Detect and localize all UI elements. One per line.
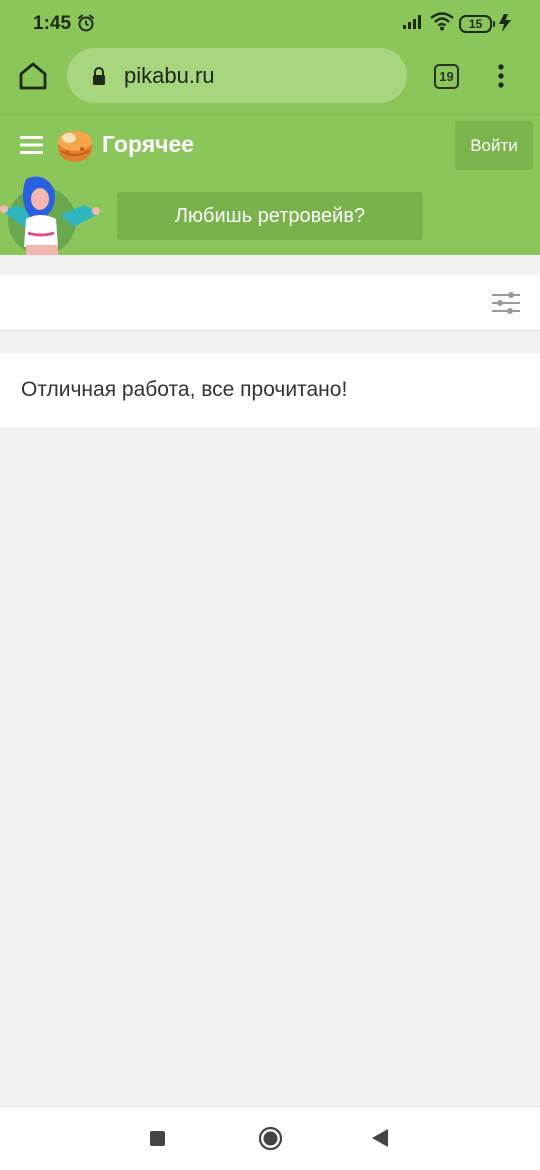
hamburger-icon[interactable] (20, 136, 43, 154)
lock-icon (91, 66, 107, 91)
back-icon[interactable] (371, 1128, 389, 1153)
all-read-message: Отличная работа, все прочитано! (21, 378, 348, 401)
tabs-icon[interactable]: 19 (434, 64, 459, 89)
recents-icon[interactable] (150, 1131, 165, 1146)
url-text: pikabu.ru (124, 63, 215, 88)
wifi-icon (430, 12, 454, 36)
status-time: 1:45 (33, 13, 72, 34)
status-bar: 1:45 15 (0, 0, 540, 46)
promo-illustration (0, 175, 110, 255)
filter-bar (0, 275, 540, 331)
signal-icon (402, 14, 424, 35)
promo-button[interactable]: Любишь ретровейв? (117, 192, 423, 240)
url-bar[interactable]: pikabu.ru (67, 48, 407, 103)
charging-icon (497, 13, 513, 38)
section-title: Горячее (102, 131, 195, 157)
screen: 1:45 15 pikabu.ru 19 Горячее Войти Любиш… (0, 0, 540, 1170)
browser-toolbar: pikabu.ru 19 (0, 46, 540, 114)
site-header: Горячее Войти Любишь ретровейв? (0, 114, 540, 255)
more-vert-icon[interactable] (493, 62, 509, 90)
filter-sliders-icon[interactable] (491, 291, 521, 320)
alarm-icon (76, 13, 96, 38)
message-card: Отличная работа, все прочитано! (0, 353, 540, 427)
battery-icon: 15 (459, 15, 495, 33)
login-button[interactable]: Войти (455, 121, 533, 170)
system-nav-bar (0, 1106, 540, 1170)
home-icon[interactable] (16, 59, 50, 93)
pikabu-logo-icon[interactable] (54, 125, 94, 165)
home-circle-icon[interactable] (258, 1126, 283, 1156)
